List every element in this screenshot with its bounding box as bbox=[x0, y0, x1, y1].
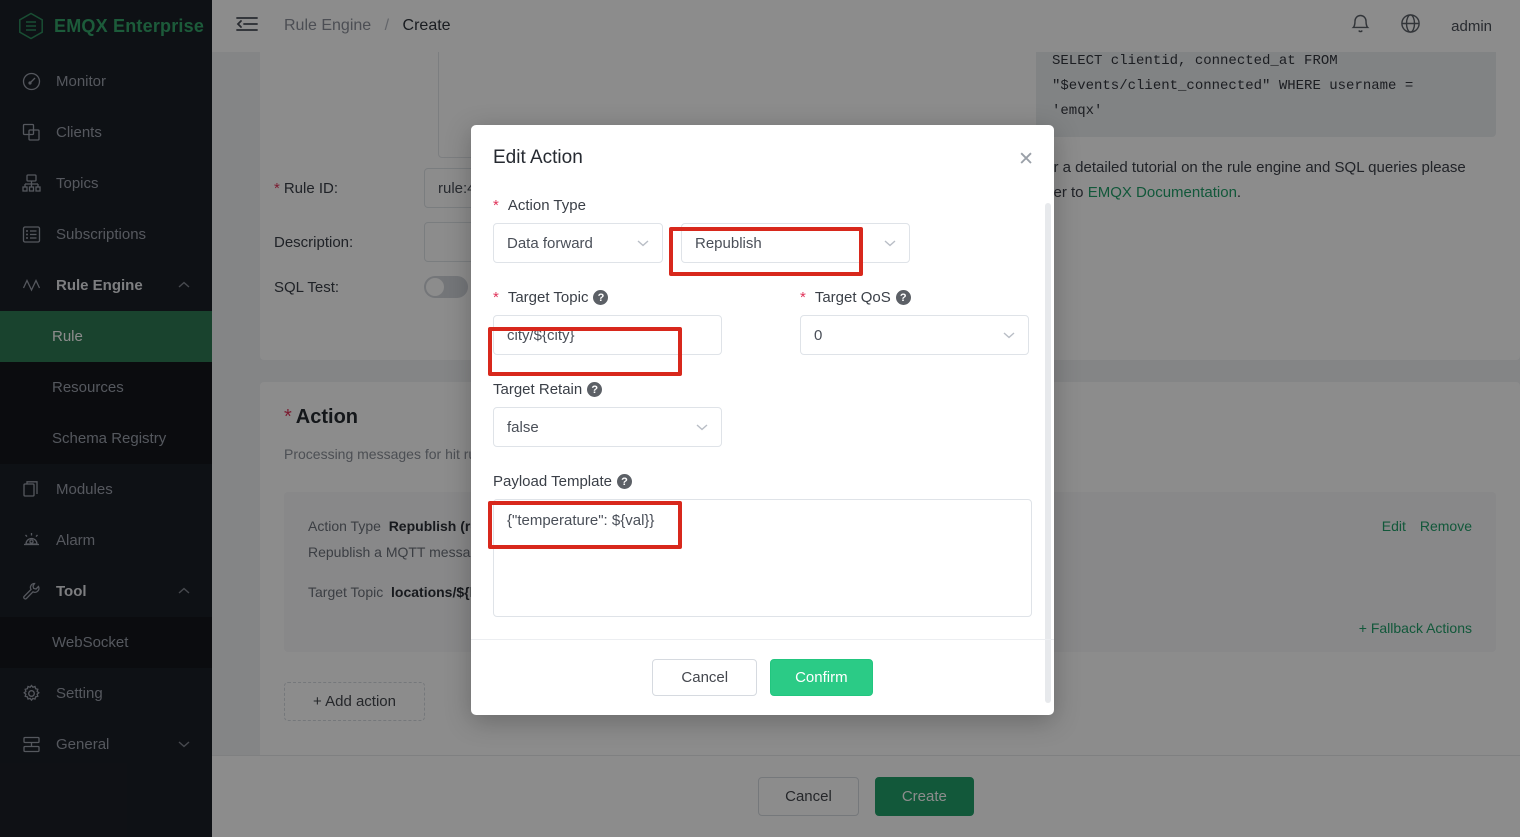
required-star: * bbox=[493, 197, 499, 214]
target-topic-value: city/${city} bbox=[507, 327, 575, 344]
target-retain-field: Target Retain ? false bbox=[493, 381, 1032, 447]
payload-template-label-text: Payload Template bbox=[493, 473, 612, 490]
app-root: *Rule ID: rule:4441 Description: SQL Tes… bbox=[0, 0, 1520, 837]
required-star: * bbox=[800, 289, 806, 306]
question-icon: ? bbox=[896, 290, 911, 305]
target-retain-value: false bbox=[507, 419, 539, 436]
modal-title: Edit Action bbox=[493, 147, 583, 169]
target-topic-label-text: Target Topic bbox=[508, 289, 589, 306]
chevron-down-icon bbox=[696, 420, 708, 434]
target-topic-label: * Target Topic ? bbox=[493, 289, 722, 306]
modal-confirm-button[interactable]: Confirm bbox=[770, 659, 873, 696]
action-name-select[interactable]: Republish bbox=[681, 223, 910, 263]
target-topic-field: * Target Topic ? city/${city} bbox=[493, 289, 722, 355]
payload-template-field: Payload Template ? bbox=[493, 473, 1032, 622]
target-qos-select[interactable]: 0 bbox=[800, 315, 1029, 355]
action-type-label-text: Action Type bbox=[508, 197, 586, 214]
modal-body: * Action Type Data forward Republish bbox=[471, 197, 1054, 639]
target-qos-label-text: Target QoS bbox=[815, 289, 891, 306]
topic-qos-row: * Target Topic ? city/${city} * Target Q… bbox=[493, 289, 1032, 381]
chevron-down-icon bbox=[1003, 328, 1015, 342]
chevron-down-icon bbox=[637, 236, 649, 250]
target-retain-label-text: Target Retain bbox=[493, 381, 582, 398]
target-qos-field: * Target QoS ? 0 bbox=[800, 289, 1029, 355]
target-retain-label: Target Retain ? bbox=[493, 381, 1032, 398]
question-icon: ? bbox=[617, 474, 632, 489]
action-type-field: * Action Type Data forward Republish bbox=[493, 197, 1032, 263]
modal-footer: Cancel Confirm bbox=[471, 639, 1054, 715]
action-category-value: Data forward bbox=[507, 235, 593, 252]
action-name-value: Republish bbox=[695, 235, 762, 252]
question-icon: ? bbox=[593, 290, 608, 305]
target-topic-input[interactable]: city/${city} bbox=[493, 315, 722, 355]
question-icon: ? bbox=[587, 382, 602, 397]
target-qos-value: 0 bbox=[814, 327, 822, 344]
payload-template-textarea[interactable] bbox=[493, 499, 1032, 617]
action-type-selects: Data forward Republish bbox=[493, 223, 1032, 263]
target-qos-label: * Target QoS ? bbox=[800, 289, 1029, 306]
action-category-select[interactable]: Data forward bbox=[493, 223, 663, 263]
close-icon[interactable]: ✕ bbox=[1018, 150, 1034, 169]
modal-cancel-button[interactable]: Cancel bbox=[652, 659, 757, 696]
edit-action-modal: Edit Action ✕ * Action Type Data forward bbox=[471, 125, 1054, 715]
target-retain-select[interactable]: false bbox=[493, 407, 722, 447]
required-star: * bbox=[493, 289, 499, 306]
chevron-down-icon bbox=[884, 236, 896, 250]
action-type-label: * Action Type bbox=[493, 197, 1032, 214]
payload-template-label: Payload Template ? bbox=[493, 473, 1032, 490]
